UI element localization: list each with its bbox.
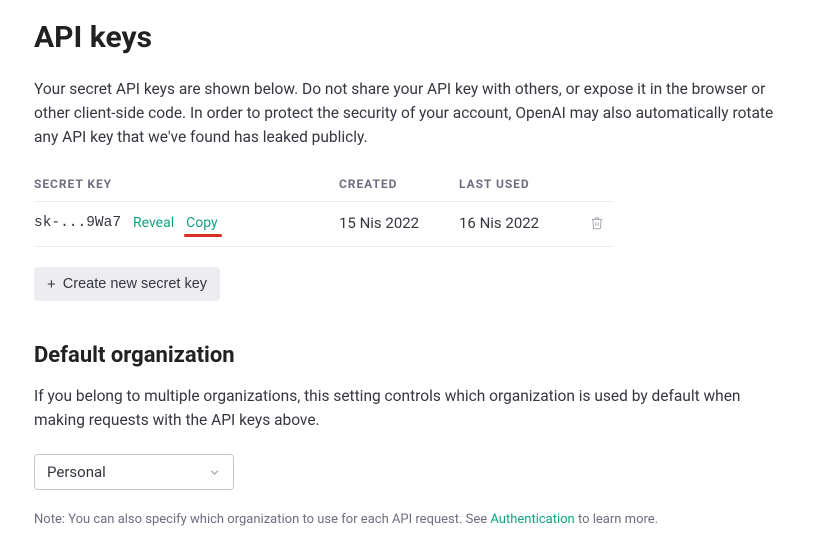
org-note: Note: You can also specify which organiz…: [34, 512, 783, 527]
cell-created: 15 Nis 2022: [339, 214, 459, 232]
trash-icon[interactable]: [590, 216, 604, 230]
reveal-button[interactable]: Reveal: [133, 215, 174, 231]
api-keys-table: SECRET KEY CREATED LAST USED sk-...9Wa7 …: [34, 177, 614, 247]
highlight-mark: [184, 234, 222, 237]
copy-button[interactable]: Copy: [186, 215, 218, 231]
cell-last-used: 16 Nis 2022: [459, 214, 579, 232]
chevron-down-icon: [208, 466, 221, 479]
authentication-link[interactable]: Authentication: [490, 512, 574, 527]
plus-icon: +: [47, 277, 56, 292]
th-created: CREATED: [339, 177, 459, 191]
table-row: sk-...9Wa7 Reveal Copy 15 Nis 2022 16 Ni…: [34, 202, 614, 247]
th-secret-key: SECRET KEY: [34, 177, 339, 191]
api-key-masked: sk-...9Wa7: [34, 215, 121, 231]
default-org-heading: Default organization: [34, 343, 783, 368]
organization-selected: Personal: [47, 463, 106, 481]
default-org-description: If you belong to multiple organizations,…: [34, 384, 783, 432]
note-suffix: to learn more.: [575, 512, 658, 527]
create-button-label: Create new secret key: [63, 276, 207, 292]
th-last-used: LAST USED: [459, 177, 579, 191]
organization-select[interactable]: Personal: [34, 454, 234, 490]
copy-label: Copy: [186, 215, 218, 231]
create-secret-key-button[interactable]: + Create new secret key: [34, 267, 220, 301]
page-title: API keys: [34, 20, 783, 55]
table-header-row: SECRET KEY CREATED LAST USED: [34, 177, 614, 202]
note-prefix: Note: You can also specify which organiz…: [34, 512, 490, 527]
page-description: Your secret API keys are shown below. Do…: [34, 77, 783, 149]
